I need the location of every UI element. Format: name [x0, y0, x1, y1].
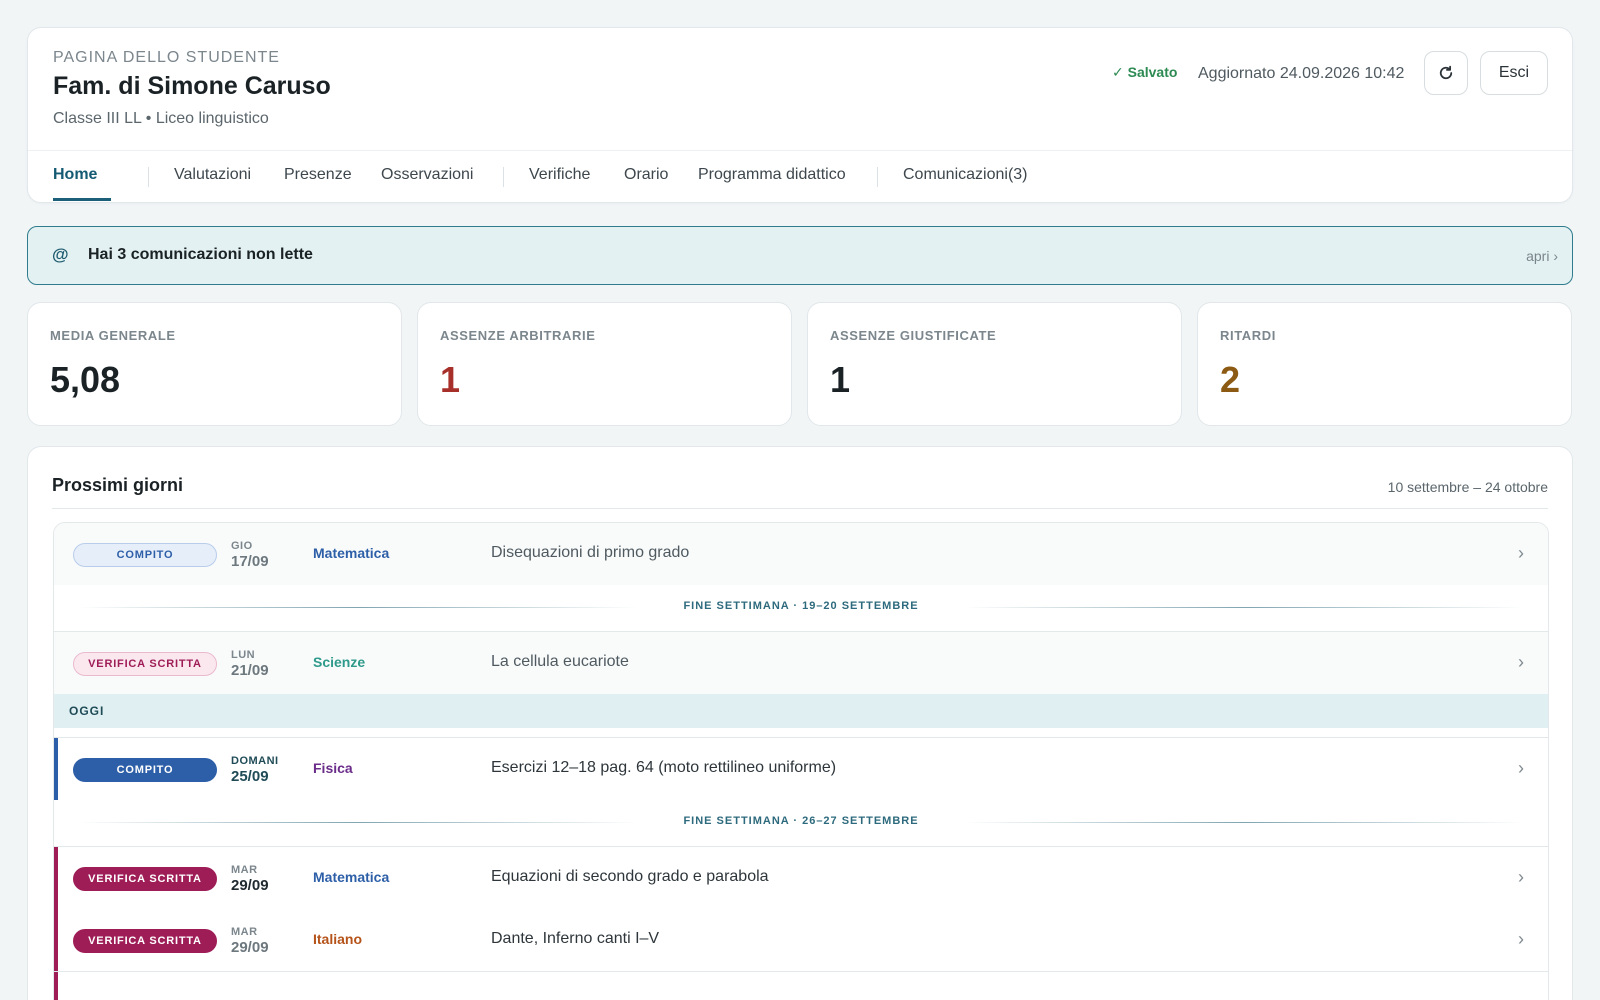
- event-type-badge: VERIFICA SCRITTA: [73, 929, 217, 953]
- refresh-button[interactable]: [1424, 51, 1468, 95]
- logout-button[interactable]: Esci: [1480, 51, 1548, 95]
- event-day: MAR: [231, 864, 258, 876]
- event-date: 29/09: [231, 939, 269, 956]
- tab-verifiche[interactable]: Verifiche: [529, 150, 590, 204]
- event-subject: Scienze: [313, 654, 366, 670]
- upcoming-panel: Prossimi giorni 10 settembre – 24 ottobr…: [27, 446, 1573, 1000]
- event-day: LUN: [231, 649, 256, 661]
- tab-home[interactable]: Home: [53, 150, 111, 204]
- event-subject: Matematica: [313, 869, 390, 885]
- today-section-header: OGGI: [54, 694, 1548, 728]
- event-row[interactable]: COMPITO GIO 17/09 Matematica Disequazion…: [54, 523, 1548, 585]
- chevron-right-icon: ›: [1518, 929, 1524, 949]
- event-subject: Matematica: [313, 545, 390, 561]
- today-label: OGGI: [69, 704, 105, 718]
- event-date: 29/09: [231, 877, 269, 894]
- event-type-badge: VERIFICA SCRITTA: [73, 652, 217, 676]
- weekend-separator: FINE SETTIMANA · 26–27 SETTEMBRE: [54, 800, 1548, 846]
- event-row[interactable]: VERIFICA SCRITTA LUN 21/09 Scienze La ce…: [54, 632, 1548, 694]
- event-description: La cellula eucariote: [491, 653, 629, 670]
- event-accent-bar: [54, 972, 58, 1000]
- stat-label: ASSENZE GIUSTIFICATE: [830, 328, 997, 343]
- weekend-separator: FINE SETTIMANA · 19–20 SETTEMBRE: [54, 585, 1548, 631]
- stat-card-assenze-giustificate: ASSENZE GIUSTIFICATE 1: [807, 302, 1182, 426]
- event-subject: Fisica: [313, 760, 353, 776]
- weekend-label: FINE SETTIMANA · 26–27 SETTEMBRE: [683, 815, 919, 827]
- alert-text: Hai 3 comunicazioni non lette: [88, 246, 313, 263]
- tab-osservazioni[interactable]: Osservazioni: [381, 150, 473, 204]
- tab-comunicazioni[interactable]: Comunicazioni(3): [903, 150, 1028, 204]
- stat-label: RITARDI: [1220, 328, 1276, 343]
- nav-separator: [877, 167, 878, 187]
- at-icon: @: [52, 245, 69, 264]
- event-accent-bar: [54, 847, 58, 909]
- stat-value: 5,08: [50, 359, 121, 400]
- events-list: COMPITO GIO 17/09 Matematica Disequazion…: [53, 522, 1549, 1000]
- tab-label: Home: [53, 166, 98, 183]
- event-description: Disequazioni di primo grado: [491, 544, 690, 561]
- date-range: 10 settembre – 24 ottobre: [1387, 479, 1548, 495]
- event-date: 25/09: [231, 768, 269, 785]
- class-subtitle: Classe III LL • Liceo linguistico: [53, 110, 269, 127]
- event-description: Dante, Inferno canti I–V: [491, 930, 660, 947]
- tab-programma-didattico[interactable]: Programma didattico: [698, 150, 846, 204]
- chevron-right-icon: ›: [1518, 543, 1524, 563]
- event-day: MAR: [231, 926, 258, 938]
- event-day: GIO: [231, 540, 253, 552]
- stat-card-assenze-arbitrarie: ASSENZE ARBITRARIE 1: [417, 302, 792, 426]
- stat-label: ASSENZE ARBITRARIE: [440, 328, 596, 343]
- tab-orario[interactable]: Orario: [624, 150, 668, 204]
- event-row[interactable]: VERIFICA SCRITTA MAR 29/09 Italiano Dant…: [54, 909, 1548, 971]
- event-type-badge: COMPITO: [73, 758, 217, 782]
- chevron-right-icon: ›: [1518, 867, 1524, 887]
- unread-messages-alert[interactable]: @ Hai 3 comunicazioni non lette apri ›: [27, 226, 1573, 285]
- nav-separator: [503, 167, 504, 187]
- stat-value: 1: [440, 359, 461, 400]
- refresh-icon: [1439, 65, 1453, 80]
- saved-status: ✓ Salvato: [1112, 64, 1178, 80]
- event-date: 21/09: [231, 662, 269, 679]
- stat-value: 1: [830, 359, 851, 400]
- event-accent-bar: [54, 909, 58, 971]
- tab-valutazioni[interactable]: Valutazioni: [174, 150, 251, 204]
- tab-presenze[interactable]: Presenze: [284, 150, 352, 204]
- event-type-badge: VERIFICA SCRITTA: [73, 867, 217, 891]
- chevron-right-icon: ›: [1518, 758, 1524, 778]
- event-row[interactable]: VERIFICA SCRITTA MAR 29/09 Matematica Eq…: [54, 847, 1548, 909]
- event-day: DOMANI: [231, 755, 279, 767]
- event-description: Esercizi 12–18 pag. 64 (moto rettilineo …: [491, 759, 837, 776]
- nav-separator: [148, 167, 149, 187]
- panel-divider: [52, 508, 1548, 509]
- chevron-right-icon: ›: [1518, 652, 1524, 672]
- event-date: 17/09: [231, 553, 269, 570]
- event-type-badge: COMPITO: [73, 543, 217, 567]
- event-subject: Italiano: [313, 931, 363, 947]
- active-tab-indicator: [53, 198, 111, 201]
- panel-title: Prossimi giorni: [52, 475, 184, 495]
- weekend-label: FINE SETTIMANA · 19–20 SETTEMBRE: [683, 600, 919, 612]
- main-nav: Home Valutazioni Presenze Osservazioni V…: [53, 150, 1552, 204]
- page-title: Fam. di Simone Caruso: [53, 72, 331, 100]
- stat-label: MEDIA GENERALE: [50, 328, 176, 343]
- event-row[interactable]: COMPITO DOMANI 25/09 Fisica Esercizi 12–…: [54, 738, 1548, 800]
- page-eyebrow: PAGINA DELLO STUDENTE: [53, 49, 280, 66]
- open-link[interactable]: apri ›: [1526, 248, 1558, 264]
- row-divider: [54, 971, 1548, 972]
- last-updated: Aggiornato 24.09.2026 10:42: [1198, 65, 1405, 82]
- stat-card-media: MEDIA GENERALE 5,08: [27, 302, 402, 426]
- event-accent-bar: [54, 738, 58, 800]
- header-card: PAGINA DELLO STUDENTE Fam. di Simone Car…: [27, 27, 1573, 203]
- stat-card-ritardi: RITARDI 2: [1197, 302, 1572, 426]
- stat-value: 2: [1220, 359, 1241, 400]
- event-description: Equazioni di secondo grado e parabola: [491, 868, 769, 885]
